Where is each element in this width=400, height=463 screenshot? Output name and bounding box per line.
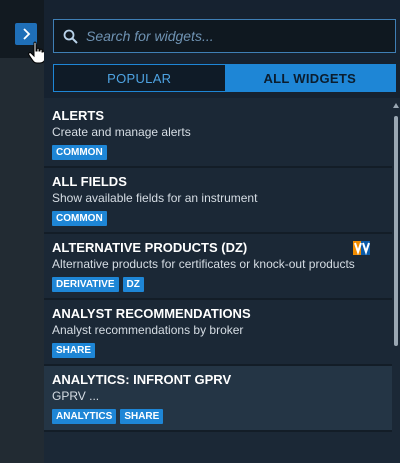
widget-tags: COMMON xyxy=(52,145,384,166)
widget-description: Analyst recommendations by broker xyxy=(52,323,244,337)
panel-header: POPULAR ALL WIDGETS xyxy=(44,0,400,98)
widget-panel: POPULAR ALL WIDGETS ALERTS Create and ma… xyxy=(44,0,400,463)
widget-description: Show available fields for an instrument xyxy=(52,191,258,205)
left-rail xyxy=(0,0,46,463)
volksbank-logo-icon xyxy=(353,241,370,255)
widget-picker: POPULAR ALL WIDGETS ALERTS Create and ma… xyxy=(0,0,400,463)
list-item[interactable]: ALERTS Create and manage alerts COMMON xyxy=(44,102,392,168)
widget-tabs: POPULAR ALL WIDGETS xyxy=(53,64,396,92)
list-item[interactable]: ALL FIELDS Show available fields for an … xyxy=(44,168,392,234)
widget-tags: DERIVATIVE DZ xyxy=(52,277,384,298)
widget-list: ALERTS Create and manage alerts COMMON A… xyxy=(44,102,392,463)
scroll-up-arrow-icon[interactable] xyxy=(393,102,399,110)
tag-badge: SHARE xyxy=(120,409,164,424)
widget-name: ALL FIELDS xyxy=(52,174,127,189)
tag-badge: COMMON xyxy=(52,211,107,226)
widget-tags: ANALYTICS SHARE xyxy=(52,409,384,430)
list-item[interactable]: ANALYTICS: INFRONT GPRV GPRV ... ANALYTI… xyxy=(44,366,392,432)
chevron-right-icon xyxy=(23,28,31,40)
search-icon xyxy=(63,29,78,44)
widget-name: ANALYST RECOMMENDATIONS xyxy=(52,306,251,321)
list-item[interactable]: ANALYST RECOMMENDATIONS Analyst recommen… xyxy=(44,300,392,366)
widget-name: ALTERNATIVE PRODUCTS (DZ) xyxy=(52,240,248,255)
widget-description: GPRV ... xyxy=(52,389,100,403)
widget-description: Create and manage alerts xyxy=(52,125,191,139)
widget-tags: SHARE xyxy=(52,343,384,364)
tab-popular[interactable]: POPULAR xyxy=(54,65,225,91)
tag-badge: COMMON xyxy=(52,145,107,160)
tag-badge: DERIVATIVE xyxy=(52,277,119,292)
widget-name: ANALYTICS: INFRONT GPRV xyxy=(52,372,232,387)
widget-tags: COMMON xyxy=(52,211,384,232)
list-item[interactable]: ALTERNATIVE PRODUCTS (DZ) Alternative pr… xyxy=(44,234,392,300)
search-input[interactable] xyxy=(86,22,376,50)
widget-name: ALERTS xyxy=(52,108,104,123)
scroll-thumb[interactable] xyxy=(394,116,398,346)
tag-badge: DZ xyxy=(122,277,144,292)
list-scrollbar[interactable] xyxy=(392,102,400,463)
widget-description: Alternative products for certificates or… xyxy=(52,257,355,271)
search-box[interactable] xyxy=(53,19,396,53)
tab-all-widgets[interactable]: ALL WIDGETS xyxy=(224,65,395,91)
tag-badge: SHARE xyxy=(52,343,96,358)
tag-badge: ANALYTICS xyxy=(52,409,117,424)
